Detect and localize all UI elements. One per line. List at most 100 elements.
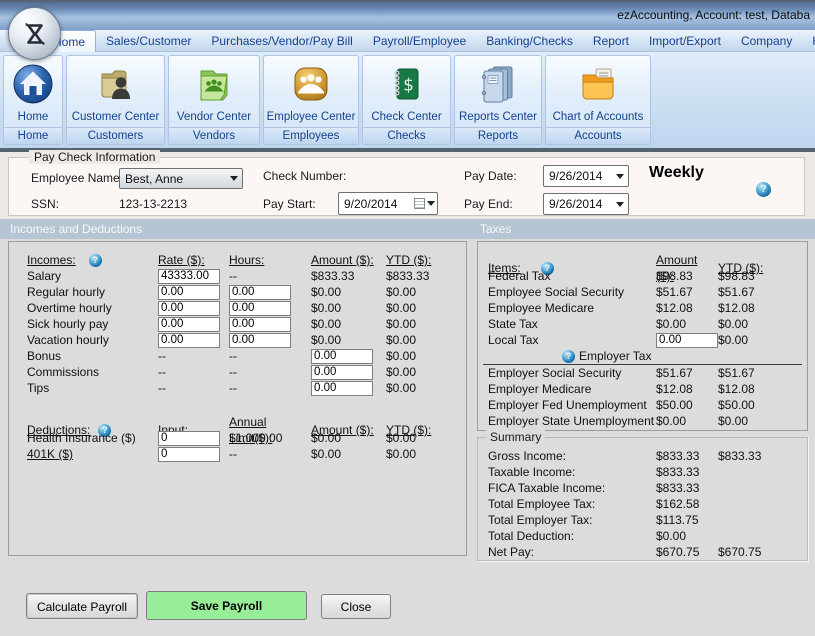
pay-end-dropdown-arrow[interactable] [611,194,628,214]
rate-input[interactable] [158,269,220,284]
income-item-label: Bonus [27,348,158,364]
ytd-value: $12.08 [718,300,807,316]
rate-input[interactable] [158,317,220,332]
reports-center-button[interactable]: Reports Center Reports [454,55,542,145]
tab-banking-checks[interactable]: Banking/Checks [476,30,583,52]
ytd-value: $0.00 [386,446,466,462]
rate: -- [158,364,229,380]
ytd-value: $833.33 [386,268,466,284]
ssn-label: SSN: [31,197,59,211]
pay-frequency-label: Weekly [649,164,704,182]
tab-import-export[interactable]: Import/Export [639,30,731,52]
incomes-label: Incomes: [27,253,76,267]
tab-sales-customer[interactable]: Sales/Customer [96,30,201,52]
titlebar: ezAccounting, Account: test, Databa [0,0,815,30]
pay-end-select[interactable]: 9/26/2014 [543,193,629,215]
tax-item-label: Employer State Unemployment [488,413,656,429]
hours: -- [229,380,311,396]
ytd-value: $51.67 [718,365,807,381]
menu-bar: Home Sales/Customer Purchases/Vendor/Pay… [0,30,815,52]
deduction-row: Health Insurance ($)$1,000.00$0.00$0.00 [9,430,466,446]
ytd-value: $12.08 [718,381,807,397]
help-globe-icon[interactable] [89,254,102,267]
rate-input[interactable] [158,333,220,348]
help-globe-icon[interactable] [756,182,771,197]
home-button[interactable]: Home Home [3,55,63,145]
ytd-value: $50.00 [718,397,807,413]
save-payroll-button[interactable]: Save Payroll [146,591,307,620]
tab-payroll-employee[interactable]: Payroll/Employee [363,30,476,52]
hours-input[interactable] [229,301,291,316]
paycheck-groupbox: Pay Check Information Employee Name: Bes… [8,157,805,216]
hours: -- [229,348,311,364]
tax-amount-input[interactable] [656,333,718,348]
customer-center-button[interactable]: Customer Center Customers [66,55,165,145]
customer-folder-icon [94,56,138,109]
taxes-panel: Items:Amount ($):YTD ($):Federal Tax$98.… [477,241,808,431]
employer-tax-row: Employer State Unemployment$0.00$0.00 [478,413,807,429]
deduction-item-label[interactable]: 401K ($) [27,446,158,462]
amount-input[interactable] [311,349,373,364]
pay-date-select[interactable]: 9/26/2014 [543,165,629,187]
employee-center-button[interactable]: Employee Center Employees [263,55,359,145]
summary-row: FICA Taxable Income:$833.33 [478,480,807,496]
ytd-value: $0.00 [386,364,466,380]
amount-input[interactable] [311,381,373,396]
vendor-center-label: Vendor Center [177,109,251,127]
summary-groupbox: Summary Gross Income:$833.33$833.33Taxab… [477,437,808,561]
deduction-input[interactable] [158,447,220,462]
pay-start-datepicker[interactable]: 9/20/2014 [338,192,438,215]
summary-item-label: FICA Taxable Income: [488,480,656,496]
employee-name-select[interactable]: Best, Anne [119,168,243,189]
amount-input[interactable] [311,365,373,380]
rate: -- [158,348,229,364]
home-icon [11,56,55,109]
amount: $0.00 [311,300,386,316]
pay-date-dropdown-arrow[interactable] [611,166,628,186]
summary-item-label: Taxable Income: [488,464,656,480]
help-globe-icon[interactable] [562,350,575,363]
tab-report[interactable]: Report [583,30,639,52]
rate-input[interactable] [158,301,220,316]
vendors-group-label: Vendors [169,127,259,144]
tab-company[interactable]: Company [731,30,802,52]
calculate-payroll-button[interactable]: Calculate Payroll [26,593,138,619]
ytd-value: $0.00 [718,332,807,348]
amount-value: $12.08 [656,381,718,397]
rate-input[interactable] [158,285,220,300]
income-row: Vacation hourly$0.00$0.00 [9,332,466,348]
amount-value: $0.00 [311,430,386,446]
income-row: Tips----$0.00 [9,380,466,396]
check-center-label: Check Center [371,109,441,127]
summary-item-label: Total Deduction: [488,528,656,544]
hours-input[interactable] [229,317,291,332]
taxes-header-row: Items:Amount ($):YTD ($): [478,252,807,268]
deduction-input[interactable] [158,431,220,446]
employee-name-dropdown-arrow[interactable] [225,169,242,188]
summary-item-label: Total Employee Tax: [488,496,656,512]
app-menu-orb[interactable] [8,7,61,60]
window-title: ezAccounting, Account: test, Databa [617,8,810,22]
amount-value: $51.67 [656,365,718,381]
tab-help[interactable]: Help [802,30,815,52]
amount: $0.00 [311,332,386,348]
pay-start-label: Pay Start: [263,197,316,211]
section-header-bar: Incomes and Deductions Taxes [0,219,815,239]
close-button[interactable]: Close [321,594,391,619]
employee-center-label: Employee Center [267,109,356,127]
vendor-center-button[interactable]: Vendor Center Vendors [168,55,260,145]
amount-value: $0.00 [311,446,386,462]
deductions-table: Deductions:Input:Annual Limit($):Amount … [9,414,466,462]
hours-input[interactable] [229,285,291,300]
hours-input[interactable] [229,333,291,348]
summary-value: $833.33 [656,464,718,480]
ssn-value: 123-13-2213 [119,197,187,211]
tab-purchases-vendor-pay-bill[interactable]: Purchases/Vendor/Pay Bill [201,30,362,52]
annual-limit-value: $1,000.00 [229,430,311,446]
home-group-label: Home [4,127,62,144]
chart-of-accounts-button[interactable]: Chart of Accounts Accounts [545,55,651,145]
check-center-button[interactable]: $ Check Center Checks [362,55,451,145]
svg-text:$: $ [403,76,414,96]
pay-start-calendar-button[interactable] [411,193,437,214]
employer-tax-row: Employer Fed Unemployment$50.00$50.00 [478,397,807,413]
